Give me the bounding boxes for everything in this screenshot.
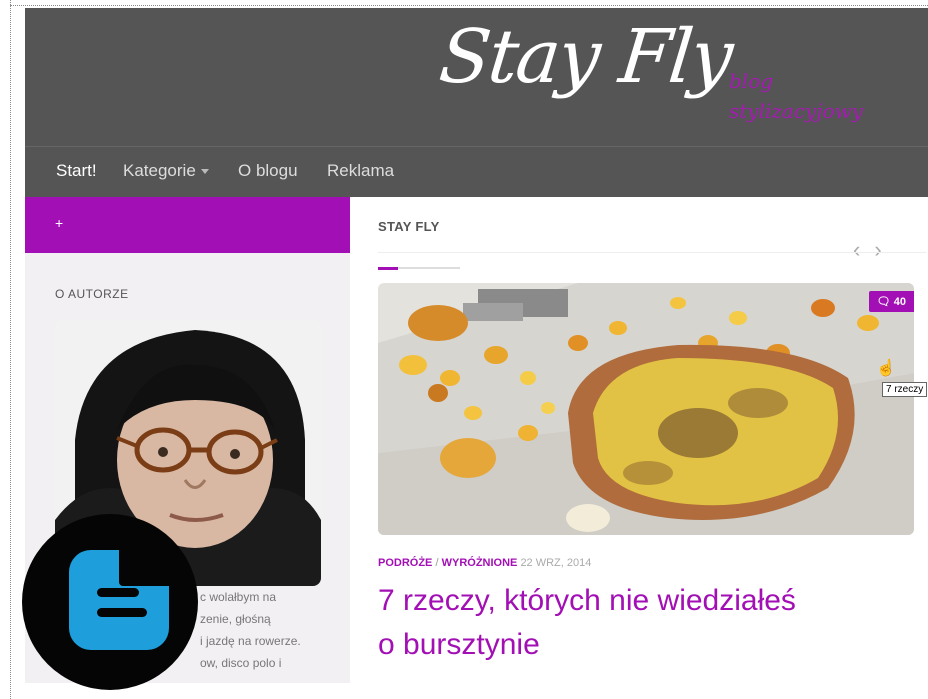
author-bio-line: c wolałbym na	[200, 590, 277, 604]
author-bio: c wolałbym na zenie, głośną i jazdę na r…	[200, 586, 340, 674]
post-date: 22 WRZ, 2014	[520, 557, 592, 569]
blogger-notch	[119, 550, 169, 586]
nav-item-kategorie[interactable]: Kategorie	[123, 161, 209, 181]
nav-item-reklama[interactable]: Reklama	[327, 161, 394, 181]
site-tagline: blog stylizacyjowy	[729, 69, 864, 123]
post-category-link[interactable]: WYRÓŻNIONE	[442, 557, 518, 569]
nav-item-start[interactable]: Start!	[56, 161, 97, 181]
frame-top-line	[10, 5, 928, 6]
slider-arrows: ‹›	[853, 237, 896, 263]
post-title-link[interactable]: 7 rzeczy, których nie wiedziałeś o bursz…	[378, 579, 818, 667]
post-category-link[interactable]: PODRÓŻE	[378, 557, 432, 569]
author-bio-line: ow, disco polo i	[200, 656, 282, 670]
nav-item-kategorie-label: Kategorie	[123, 161, 196, 180]
category-separator: /	[435, 557, 439, 569]
chevron-left-icon[interactable]: ‹	[853, 237, 874, 262]
section-divider	[378, 252, 926, 253]
author-bio-line: i jazdę na rowerze.	[200, 634, 301, 648]
blogger-b-shape	[69, 550, 169, 650]
section-title: STAY FLY	[378, 219, 440, 234]
main-content: STAY FLY ‹› 🗨 40 PODRÓŻE / WYRÓŻNIONE 22…	[350, 197, 928, 699]
blogger-bar-top	[97, 588, 139, 597]
comment-bubble-icon: 🗨	[876, 296, 891, 308]
author-bio-line: zenie, głośną	[200, 612, 271, 626]
slider-pagination	[378, 267, 460, 270]
hand-cursor-icon: ☝	[876, 360, 896, 377]
plus-icon[interactable]: +	[55, 215, 63, 231]
blogger-logo-icon	[22, 514, 198, 690]
widget-title-about-author: O AUTORZE	[55, 287, 129, 301]
site-logo[interactable]: Stay Fly	[435, 14, 735, 100]
blogger-bar-bottom	[97, 608, 147, 617]
frame-left-line	[10, 0, 11, 699]
chevron-down-icon	[200, 169, 209, 175]
site-header: Stay Fly blog stylizacyjowy	[25, 8, 928, 146]
amber-photo-illustration	[378, 283, 914, 535]
sidebar-toggle-bar[interactable]: +	[25, 197, 350, 253]
link-tooltip: 7 rzeczy	[882, 382, 928, 397]
post-meta: PODRÓŻE / WYRÓŻNIONE 22 WRZ, 2014	[378, 557, 591, 569]
featured-image[interactable]: 🗨 40	[378, 283, 914, 535]
chevron-right-icon[interactable]: ›	[874, 237, 895, 262]
main-nav: Start! Kategorie O blogu Reklama	[25, 146, 928, 197]
nav-item-o-blogu[interactable]: O blogu	[238, 161, 298, 181]
comment-count: 40	[893, 296, 906, 308]
slider-dot-active[interactable]	[378, 267, 398, 270]
comment-count-badge[interactable]: 🗨 40	[868, 291, 914, 312]
